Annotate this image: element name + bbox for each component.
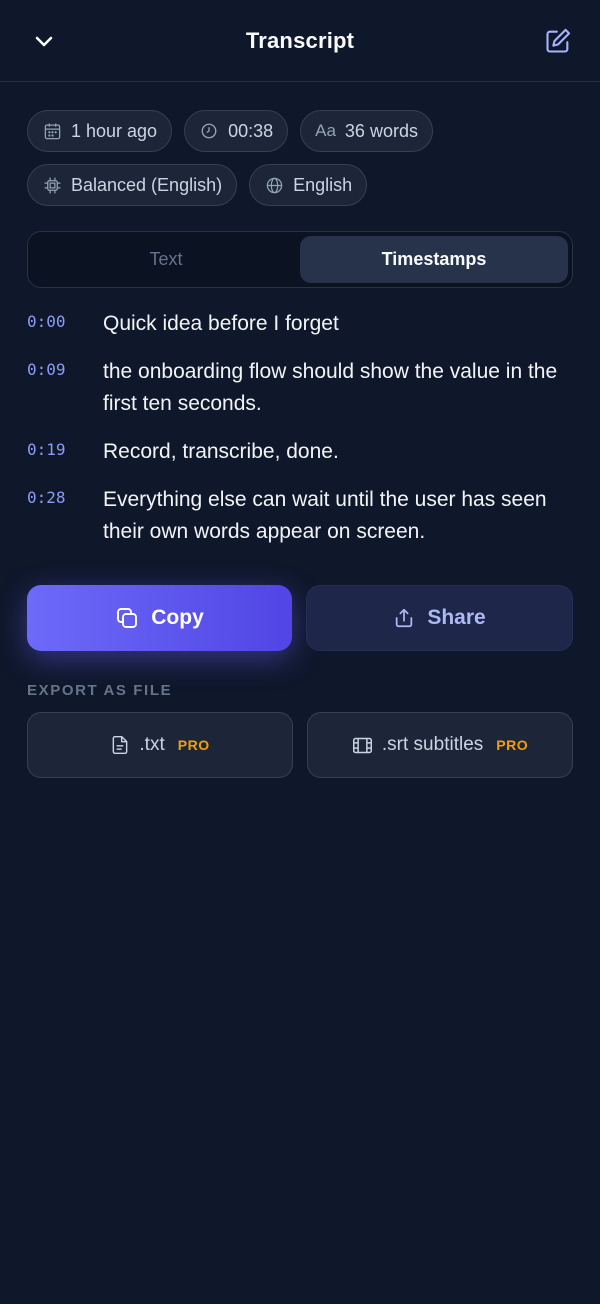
meta-chips: 1 hour ago 00:38 Aa 36 words Balanced (E… (27, 110, 577, 218)
export-txt-button[interactable]: .txt PRO (27, 712, 293, 778)
pro-badge: PRO (496, 737, 529, 753)
edit-icon (546, 28, 571, 53)
transcript-segment: 0:19 Record, transcribe, done. (27, 436, 573, 468)
segment-timestamp[interactable]: 0:19 (27, 436, 103, 468)
pro-badge: PRO (177, 737, 210, 753)
transcript-segment: 0:09 the onboarding flow should show the… (27, 356, 573, 420)
file-text-icon (113, 735, 128, 755)
transcript-list: 0:00 Quick idea before I forget 0:09 the… (27, 308, 573, 564)
segment-timestamp[interactable]: 0:00 (27, 308, 103, 340)
segment-text: Everything else can wait until the user … (103, 488, 547, 543)
segment-text: Quick idea before I forget (103, 312, 339, 335)
film-icon (352, 737, 372, 753)
segment-timestamp[interactable]: 0:09 (27, 356, 103, 420)
segment-text: the onboarding flow should show the valu… (103, 360, 558, 415)
segment-timestamp[interactable]: 0:28 (27, 484, 103, 548)
export-buttons: .txt PRO .srt subtitles PRO (27, 712, 573, 778)
chip-word-count: Aa 36 words (300, 110, 433, 152)
chip-recorded-time: 1 hour ago (27, 110, 173, 152)
export-section-label: EXPORT AS FILE (27, 682, 173, 699)
share-button[interactable]: Share (306, 585, 573, 651)
text-size-icon: Aa (315, 121, 336, 140)
copy-button[interactable]: Copy (27, 585, 292, 651)
transcript-segment: 0:00 Quick idea before I forget (27, 308, 573, 340)
chevron-down-icon (35, 36, 53, 47)
export-srt-button[interactable]: .srt subtitles PRO (307, 712, 573, 778)
header: Transcript (0, 0, 600, 82)
chip-language: English (249, 164, 368, 206)
view-toggle: Text Timestamps (27, 231, 573, 288)
globe-icon (264, 175, 284, 195)
segment-text: Record, transcribe, done. (103, 440, 339, 463)
page-title: Transcript (245, 27, 355, 53)
tab-timestamps[interactable]: Timestamps (300, 236, 568, 283)
share-icon (396, 608, 413, 628)
chip-model: Balanced (English) (27, 164, 238, 206)
edit-button[interactable] (540, 24, 576, 58)
transcript-segment: 0:28 Everything else can wait until the … (27, 484, 573, 548)
clock-icon (199, 121, 219, 141)
collapse-button[interactable] (26, 24, 62, 58)
chip-icon (42, 175, 62, 195)
calendar-icon (42, 121, 62, 141)
copy-icon (117, 608, 138, 628)
tab-text[interactable]: Text (32, 236, 300, 283)
chip-duration: 00:38 (184, 110, 289, 152)
action-buttons: Copy Share (27, 585, 573, 651)
